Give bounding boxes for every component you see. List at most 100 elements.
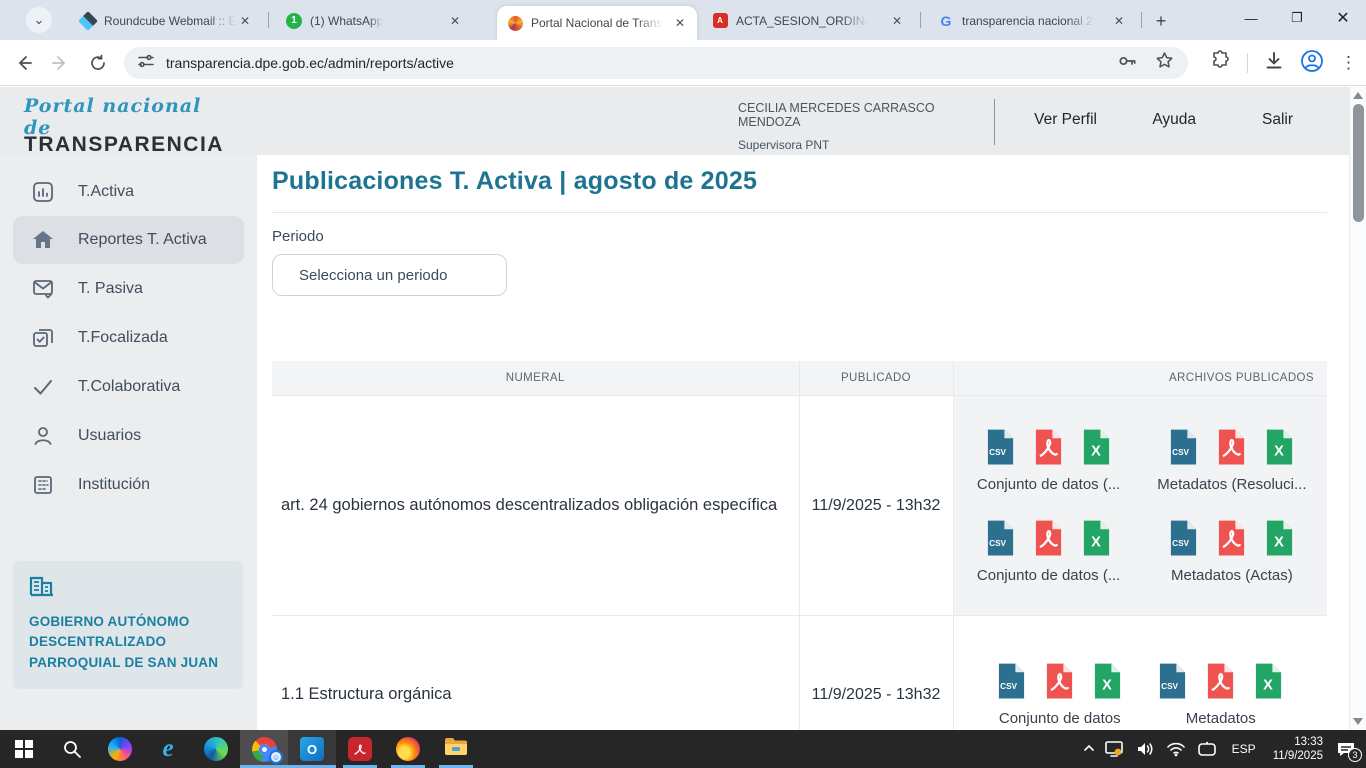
column-header-publicado: PUBLICADO [800, 361, 954, 395]
sidebar-item-t-colaborativa[interactable]: T.Colaborativa [0, 362, 257, 411]
tab-separator [1141, 12, 1142, 28]
clock[interactable]: 13:33 11/9/2025 [1269, 735, 1327, 763]
main-content: Publicaciones T. Activa | agosto de 2025… [257, 155, 1349, 730]
edge-icon [204, 737, 228, 761]
profile-avatar-icon[interactable] [1300, 49, 1324, 78]
language-indicator[interactable]: ESP [1226, 742, 1262, 756]
tray-display-update-icon[interactable] [1102, 737, 1126, 761]
downloads-icon[interactable] [1264, 51, 1284, 76]
tray-chevron-up-icon[interactable] [1083, 742, 1095, 757]
taskbar-internet-explorer-button[interactable]: e [144, 730, 192, 768]
tray-wifi-icon[interactable] [1164, 737, 1188, 761]
svg-text:CSV: CSV [1000, 682, 1017, 691]
sidebar-item-institucion[interactable]: Institución [0, 460, 257, 509]
taskbar-acrobat-button[interactable] [336, 730, 384, 768]
periodo-select[interactable]: Selecciona un periodo [272, 254, 507, 296]
tray-volume-icon[interactable] [1133, 737, 1157, 761]
taskbar-explorer-button[interactable] [432, 730, 480, 768]
tab-acta-pdf[interactable]: A ACTA_SESION_ORDINARIA.p ✕ [702, 7, 914, 34]
taskbar-chrome-button[interactable]: ☺ [240, 730, 288, 768]
svg-text:X: X [1102, 678, 1112, 694]
clock-date: 11/9/2025 [1273, 749, 1323, 763]
salir-link[interactable]: Salir [1262, 111, 1293, 129]
user-icon [31, 424, 55, 448]
file-icons[interactable]: CSVX [985, 519, 1112, 557]
forward-icon[interactable] [46, 49, 74, 77]
file-group[interactable]: CSVX Conjunto de datos (... [974, 519, 1123, 584]
tray-meet-camera-icon[interactable] [1195, 737, 1219, 761]
tab-close-icon[interactable]: ✕ [446, 12, 464, 30]
scroll-up-icon[interactable] [1353, 92, 1363, 99]
svg-text:CSV: CSV [989, 447, 1006, 456]
close-button[interactable]: ✕ [1320, 0, 1366, 36]
check-icon [31, 375, 55, 399]
taskbar-search-button[interactable] [48, 730, 96, 768]
title-divider [272, 212, 1327, 213]
taskbar-copilot-button[interactable] [96, 730, 144, 768]
scrollbar-thumb[interactable] [1353, 104, 1364, 222]
sidebar-item-t-activa[interactable]: T.Activa [0, 167, 257, 216]
file-icons[interactable]: CSVX [1168, 519, 1295, 557]
sidebar-item-usuarios[interactable]: Usuarios [0, 411, 257, 460]
page-scrollbar[interactable] [1349, 87, 1366, 730]
acrobat-icon [348, 737, 372, 761]
xls-file-icon: X [1092, 662, 1123, 700]
maximize-button[interactable]: ❐ [1274, 0, 1320, 36]
tab-google-search[interactable]: G transparencia nacional 2.0 - ✕ [928, 7, 1136, 34]
institution-card[interactable]: GOBIERNO AUTÓNOMO DESCENTRALIZADO PARROQ… [13, 561, 243, 689]
windows-start-icon [15, 740, 33, 758]
minimize-button[interactable]: — [1228, 0, 1274, 36]
file-group[interactable]: CSVX Metadatos (Resoluci... [1157, 428, 1306, 493]
svg-text:X: X [1091, 534, 1101, 550]
start-button[interactable] [0, 730, 48, 768]
back-icon[interactable] [10, 49, 38, 77]
file-group[interactable]: CSVX Metadatos [1157, 662, 1284, 727]
file-icons[interactable]: CSV X [996, 662, 1123, 700]
sidebar-item-reportes-t-activa[interactable]: Reportes T. Activa [13, 216, 244, 264]
user-name: CECILIA MERCEDES CARRASCO MENDOZA [738, 101, 988, 129]
url-text[interactable]: transparencia.dpe.gob.ec/admin/reports/a… [166, 55, 1117, 71]
extensions-puzzle-icon[interactable] [1210, 50, 1231, 76]
tab-whatsapp[interactable]: 1 (1) WhatsApp ✕ [276, 7, 472, 34]
scroll-down-icon[interactable] [1353, 718, 1363, 725]
csv-file-icon: CSV [985, 428, 1016, 466]
tab-close-icon[interactable]: ✕ [888, 12, 906, 30]
menu-kebab-icon[interactable]: ⋮ [1340, 53, 1358, 73]
taskbar-edge-button[interactable] [192, 730, 240, 768]
publicado-cell: 11/9/2025 - 13h32 [800, 396, 954, 615]
taskbar-outlook-button[interactable]: O [288, 730, 336, 768]
reports-table: NUMERAL PUBLICADO ARCHIVOS PUBLICADOS ar… [272, 361, 1327, 730]
whatsapp-favicon: 1 [286, 13, 302, 29]
address-bar[interactable]: transparencia.dpe.gob.ec/admin/reports/a… [124, 47, 1188, 79]
file-group[interactable]: CSVX Conjunto de datos (... [974, 428, 1123, 493]
periodo-label: Periodo [272, 228, 1327, 245]
ayuda-link[interactable]: Ayuda [1152, 111, 1196, 129]
column-header-archivos: ARCHIVOS PUBLICADOS [954, 361, 1327, 395]
reload-icon[interactable] [84, 49, 112, 77]
institution-building-icon [29, 574, 227, 603]
svg-text:X: X [1275, 443, 1285, 459]
clock-time: 13:33 [1273, 735, 1323, 749]
bookmark-star-icon[interactable] [1155, 51, 1174, 75]
tab-roundcube[interactable]: Roundcube Webmail :: Entra ✕ [70, 7, 262, 34]
tab-portal-active[interactable]: Portal Nacional de Transpare ✕ [497, 6, 697, 40]
password-key-icon[interactable] [1117, 51, 1137, 76]
file-icons[interactable]: CSVX [985, 428, 1112, 466]
file-icons[interactable]: CSVX [1157, 662, 1284, 700]
csv-file-icon: CSV [1168, 519, 1199, 557]
taskbar-firefox-button[interactable] [384, 730, 432, 768]
tab-close-icon[interactable]: ✕ [671, 14, 689, 32]
site-info-tune-icon[interactable] [138, 53, 154, 74]
pdf-file-icon [1216, 519, 1247, 557]
file-group[interactable]: CSVX Conjunto de datos [996, 662, 1123, 727]
tab-close-icon[interactable]: ✕ [236, 12, 254, 30]
sidebar-item-t-focalizada[interactable]: T.Focalizada [0, 313, 257, 362]
tab-close-icon[interactable]: ✕ [1110, 12, 1128, 30]
file-icons[interactable]: CSVX [1168, 428, 1295, 466]
notification-center-button[interactable]: 3 [1334, 737, 1358, 761]
file-group[interactable]: CSVX Metadatos (Actas) [1157, 519, 1306, 584]
new-tab-button[interactable]: + [1148, 8, 1174, 34]
ver-perfil-link[interactable]: Ver Perfil [1034, 111, 1097, 129]
sidebar-item-t-pasiva[interactable]: T. Pasiva [0, 264, 257, 313]
tab-search-chevron-icon[interactable]: ⌄ [26, 7, 52, 33]
